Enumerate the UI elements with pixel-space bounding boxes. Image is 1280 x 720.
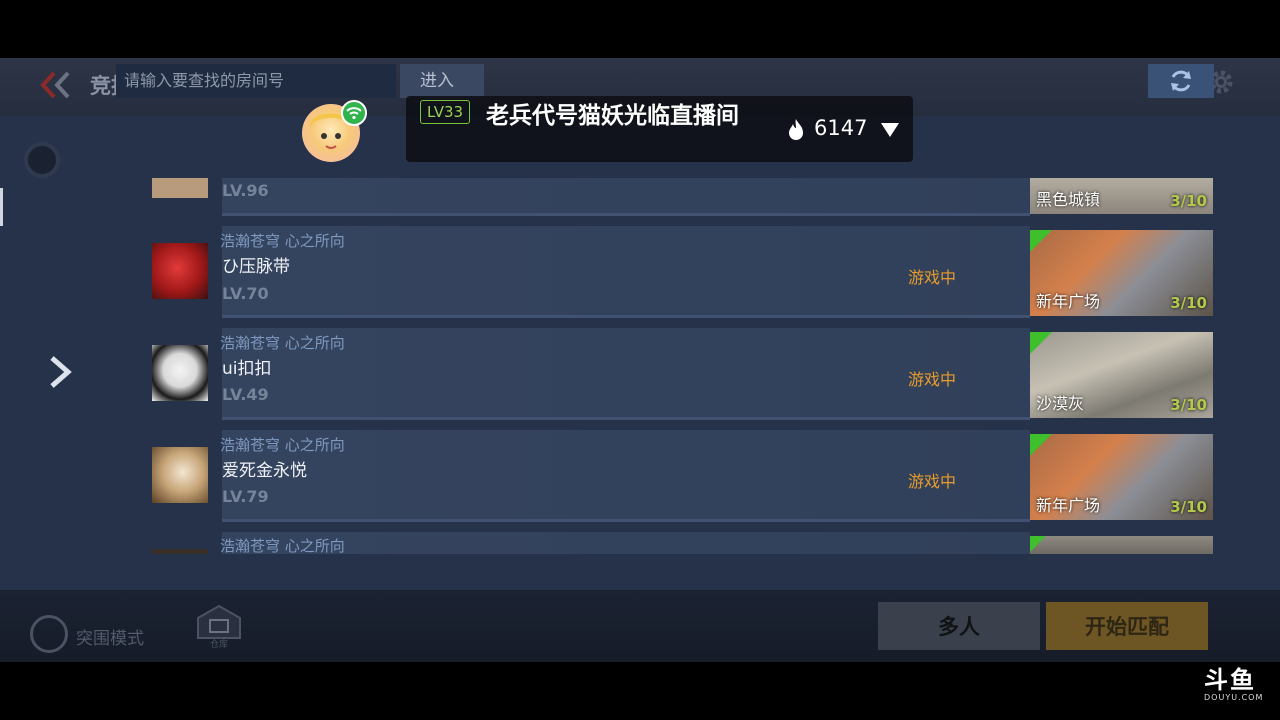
map-thumbnail	[1030, 536, 1213, 554]
clan-name: 浩瀚苍穹 心之所向	[220, 232, 345, 250]
letterbox-bottom	[0, 662, 1280, 720]
room-status: 游戏中	[908, 268, 957, 287]
hot-count: 6147	[814, 116, 868, 140]
map-thumbnail: 新年广场 3/10	[1030, 434, 1213, 520]
player-count: 3/10	[1170, 396, 1207, 414]
map-corner-tag	[1030, 332, 1052, 354]
map-thumbnail: 黑色城镇 3/10	[1030, 178, 1213, 214]
side-tab-marker	[0, 188, 3, 226]
back-arrow-icon[interactable]	[40, 70, 74, 100]
warehouse-label: 仓库	[210, 638, 228, 648]
player-avatar	[152, 549, 208, 554]
clan-name: 浩瀚苍穹 心之所向	[220, 334, 345, 352]
letterbox-top	[0, 0, 1280, 58]
chevron-right-icon[interactable]	[46, 354, 74, 390]
map-name: 黑色城镇	[1036, 190, 1101, 209]
streamer-level-badge: LV33	[420, 100, 471, 124]
player-level: LV.79	[222, 487, 269, 506]
map-corner-tag	[1030, 434, 1052, 456]
player-avatar	[152, 345, 208, 401]
side-indicator-icon	[24, 142, 60, 178]
multiplayer-button[interactable]: 多人	[878, 602, 1040, 650]
enter-room-button[interactable]: 进入	[400, 64, 484, 98]
map-thumbnail: 沙漠灰 3/10	[1030, 332, 1213, 418]
player-level: LV.96	[222, 181, 269, 200]
player-name: 爱死金永悦	[222, 461, 307, 481]
player-level: LV.49	[222, 385, 269, 404]
live-signal-icon	[341, 100, 367, 126]
dropdown-arrow-icon[interactable]	[880, 122, 900, 138]
douyu-watermark: 斗鱼 DOUYU.COM	[1204, 660, 1264, 702]
player-avatar	[152, 243, 208, 299]
map-thumbnail: 新年广场 3/10	[1030, 230, 1213, 316]
refresh-icon	[1171, 70, 1191, 92]
map-name: 新年广场	[1036, 496, 1101, 515]
player-count: 3/10	[1170, 498, 1207, 516]
map-name: 新年广场	[1036, 292, 1101, 311]
watermark-logo-text: 斗鱼	[1204, 666, 1256, 694]
player-count: 3/10	[1170, 294, 1207, 312]
mode-label[interactable]: 突围模式	[76, 624, 144, 649]
start-match-button[interactable]: 开始匹配	[1046, 602, 1208, 650]
player-avatar	[152, 178, 208, 198]
clan-name: 浩瀚苍穹 心之所向	[220, 436, 345, 454]
room-row[interactable]	[222, 178, 1030, 216]
room-status: 游戏中	[908, 472, 957, 491]
room-search-input[interactable]: 请输入要查找的房间号	[116, 64, 396, 98]
map-name: 沙漠灰	[1036, 394, 1085, 413]
flame-icon	[789, 119, 803, 140]
clan-name: 浩瀚苍穹 心之所向	[220, 537, 345, 555]
player-level: LV.70	[222, 284, 269, 303]
room-status: 游戏中	[908, 370, 957, 389]
refresh-button[interactable]	[1148, 64, 1214, 98]
player-name: ひ压脉带	[222, 257, 290, 277]
player-avatar	[152, 447, 208, 503]
mode-icon[interactable]	[30, 615, 68, 653]
player-name: ui扣扣	[222, 359, 272, 379]
warehouse-icon[interactable]: 仓库	[196, 604, 242, 648]
map-corner-tag	[1030, 230, 1052, 252]
map-corner-tag	[1030, 536, 1046, 552]
watermark-domain: DOUYU.COM	[1204, 693, 1264, 702]
stream-title: 老兵代号猫妖光临直播间	[486, 103, 739, 129]
player-count: 3/10	[1170, 192, 1207, 210]
